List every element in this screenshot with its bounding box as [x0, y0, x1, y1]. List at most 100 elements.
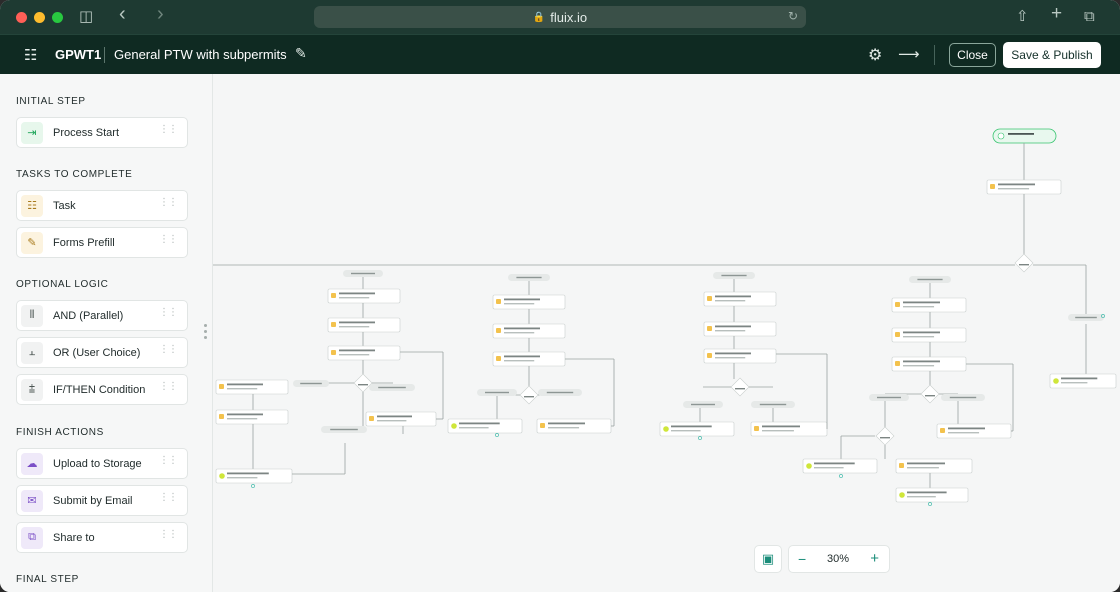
header-actions-divider: [934, 45, 935, 65]
step-card: [327, 345, 401, 361]
workflow-canvas[interactable]: ▣ − 30% +: [213, 74, 1120, 592]
step-card-text: [227, 413, 263, 416]
branch-label-text: [516, 276, 542, 279]
browser-window: ◫ ‹ › 🔒 fluix.io ↻ ⇧ + ⧉ ☷ GPWT1 General…: [0, 0, 1120, 592]
step-card: [891, 327, 967, 343]
forms-prefill-icon: ✎: [21, 231, 43, 254]
close-window-button[interactable]: [16, 12, 27, 23]
enter-icon: ⇥: [21, 121, 43, 144]
palette-item-submit-by-email[interactable]: ✉ Submit by Email ⋮⋮: [16, 485, 188, 516]
upload-card: [447, 418, 523, 434]
palette-item-upload-to-storage[interactable]: ☁ Upload to Storage ⋮⋮: [16, 448, 188, 479]
step-card: [936, 423, 1012, 439]
new-tab-icon[interactable]: +: [1051, 4, 1062, 23]
step-card-text: [504, 332, 535, 334]
step-palette: INITIAL STEP ⇥ Process Start ⋮⋮ TASKS TO COM…: [0, 74, 213, 592]
step-card-text: [814, 462, 855, 465]
focus-icon: ▣: [761, 551, 775, 566]
workflow-diagram[interactable]: [213, 74, 1120, 592]
palette-item-process-start[interactable]: ⇥ Process Start ⋮⋮: [16, 117, 188, 148]
step-card-icon: [219, 384, 224, 389]
palette-item-label: Submit by Email: [53, 494, 133, 507]
step-card-text: [715, 330, 746, 332]
address-bar[interactable]: 🔒 fluix.io ↻: [314, 6, 806, 28]
palette-item-or-user-choice[interactable]: ⫠ OR (User Choice) ⋮⋮: [16, 337, 188, 368]
fit-to-screen-button[interactable]: ▣: [754, 545, 782, 573]
step-card-text: [903, 301, 940, 304]
step-card-icon: [895, 302, 900, 307]
minimize-window-button[interactable]: [34, 12, 45, 23]
drag-handle-icon[interactable]: ⋮⋮: [159, 456, 178, 466]
branch-label-text: [759, 403, 787, 406]
workflow-title: General PTW with subpermits: [114, 47, 287, 62]
step-card-text: [504, 327, 540, 330]
step-card-text: [948, 432, 980, 434]
step-card: [365, 411, 437, 427]
step-card-icon: [895, 361, 900, 366]
decision-node-text: [524, 396, 534, 398]
step-card: [327, 288, 401, 304]
close-button[interactable]: Close: [949, 43, 996, 67]
palette-item-if-then-condition[interactable]: ⩲ IF/THEN Condition ⋮⋮: [16, 374, 188, 405]
step-card-text: [227, 418, 258, 420]
lock-icon: 🔒: [532, 11, 546, 23]
forward-icon[interactable]: ›: [157, 4, 164, 24]
step-card: [703, 348, 777, 364]
drag-handle-icon[interactable]: ⋮⋮: [159, 345, 178, 355]
zoom-in-button[interactable]: +: [870, 550, 879, 567]
step-card-text: [715, 352, 751, 355]
step-card-icon: [331, 350, 336, 355]
step-card-text: [548, 422, 585, 425]
step-card-text: [339, 349, 375, 352]
drag-handle-icon[interactable]: ⋮⋮: [159, 125, 178, 135]
step-card-text: [907, 462, 945, 465]
zoom-out-button[interactable]: −: [798, 551, 806, 567]
drag-handle-icon[interactable]: ⋮⋮: [159, 530, 178, 540]
edit-title-icon[interactable]: ✎: [295, 45, 307, 62]
decision-node: [875, 426, 895, 446]
app-header: ☷ GPWT1 General PTW with subpermits ✎ ⚙ …: [0, 34, 1120, 74]
sidebar-resize-handle[interactable]: [202, 324, 208, 346]
browser-toolbar: ◫ ‹ › 🔒 fluix.io ↻ ⇧ + ⧉: [0, 0, 1120, 34]
step-card-text: [998, 188, 1030, 190]
branch-label-text: [330, 428, 358, 431]
step-card-icon: [899, 463, 904, 468]
palette-item-and-parallel[interactable]: ⫴ AND (Parallel) ⋮⋮: [16, 300, 188, 331]
branch-label-text: [877, 396, 901, 399]
step-card: [750, 421, 828, 437]
condition-icon: ⩲: [21, 378, 43, 401]
share-browser-icon[interactable]: ⇧: [1016, 8, 1029, 26]
branch-label-text: [917, 278, 943, 281]
tabs-overview-icon[interactable]: ⧉: [1084, 8, 1095, 26]
palette-item-forms-prefill[interactable]: ✎ Forms Prefill ⋮⋮: [16, 227, 188, 258]
palette-item-share-to[interactable]: ⧉ Share to ⋮⋮: [16, 522, 188, 553]
step-card: [327, 317, 401, 333]
gear-icon[interactable]: ⚙: [868, 45, 882, 65]
reload-icon[interactable]: ↻: [788, 9, 798, 23]
url-text: fluix.io: [550, 9, 588, 25]
sidebar-toggle-icon[interactable]: ◫: [79, 8, 93, 26]
palette-item-task[interactable]: ☷ Task ⋮⋮: [16, 190, 188, 221]
drag-handle-icon[interactable]: ⋮⋮: [159, 493, 178, 503]
step-card-text: [548, 427, 580, 429]
drag-handle-icon[interactable]: ⋮⋮: [159, 235, 178, 245]
back-icon[interactable]: ‹: [119, 4, 126, 24]
branch-label-text: [949, 396, 977, 399]
step-card-icon: [895, 332, 900, 337]
decision-node: [920, 384, 940, 404]
step-card-text: [715, 325, 751, 328]
workflow-icon: ☷: [24, 47, 38, 64]
share-icon[interactable]: ⟶: [898, 45, 920, 63]
palette-item-label: Upload to Storage: [53, 457, 142, 470]
step-card-text: [715, 295, 751, 298]
step-card-text: [339, 321, 375, 324]
step-card: [703, 321, 777, 337]
save-publish-button[interactable]: Save & Publish: [1003, 42, 1101, 68]
step-card-icon: [331, 293, 336, 298]
step-card: [492, 351, 566, 367]
maximize-window-button[interactable]: [52, 12, 63, 23]
drag-handle-icon[interactable]: ⋮⋮: [159, 198, 178, 208]
drag-handle-icon[interactable]: ⋮⋮: [159, 382, 178, 392]
drag-handle-icon[interactable]: ⋮⋮: [159, 308, 178, 318]
step-card-text: [762, 430, 794, 432]
